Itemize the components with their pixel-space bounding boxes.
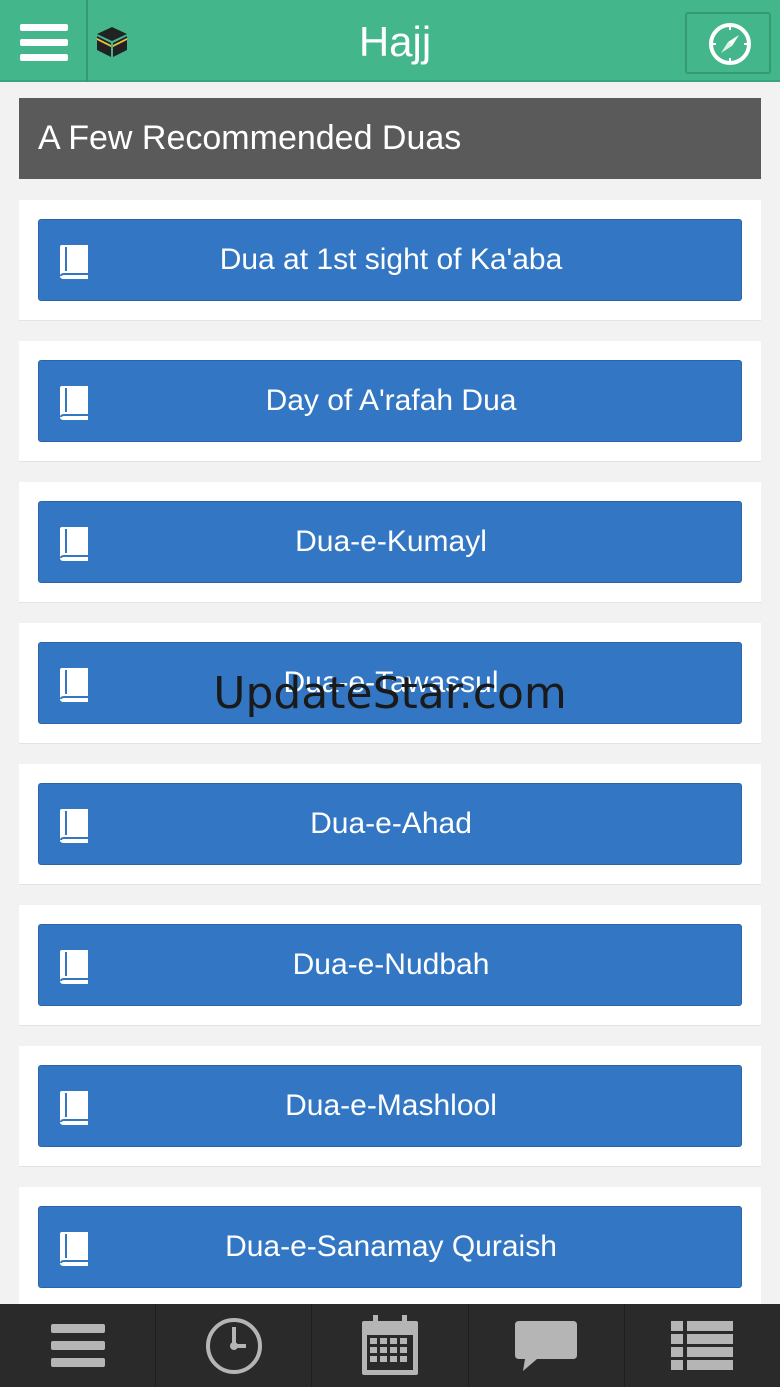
list-item: Dua-e-Sanamay Quraish xyxy=(19,1187,761,1308)
dua-label: Dua-e-Mashlool xyxy=(285,1089,497,1122)
book-icon xyxy=(60,245,88,279)
book-icon xyxy=(60,1091,88,1125)
dua-label: Dua-e-Nudbah xyxy=(292,948,490,981)
dua-button-tawassul[interactable]: Dua-e-Tawassul xyxy=(38,642,742,724)
book-icon xyxy=(60,668,88,702)
page-title: Hajj xyxy=(358,18,432,65)
list-item: Dua-e-Tawassul xyxy=(19,623,761,744)
book-icon xyxy=(60,809,88,843)
menu-lines-icon xyxy=(50,1323,105,1367)
dua-button-first-sight-kaaba[interactable]: Dua at 1st sight of Ka'aba xyxy=(38,219,742,301)
menu-button[interactable] xyxy=(0,0,88,82)
dua-label: Dua-e-Ahad xyxy=(310,807,472,840)
qibla-compass-icon xyxy=(709,23,751,65)
tab-list[interactable] xyxy=(625,1304,780,1387)
list-item: Dua-e-Kumayl xyxy=(19,482,761,603)
dua-button-ahad[interactable]: Dua-e-Ahad xyxy=(38,783,742,865)
dua-button-arafah[interactable]: Day of A'rafah Dua xyxy=(38,360,742,442)
list-item: Day of A'rafah Dua xyxy=(19,341,761,462)
list-item: Dua at 1st sight of Ka'aba xyxy=(19,200,761,321)
tab-calendar[interactable] xyxy=(312,1304,469,1387)
dua-label: Dua-e-Kumayl xyxy=(295,525,487,558)
kaaba-icon xyxy=(97,27,127,57)
book-icon xyxy=(60,950,88,984)
dua-list: Dua at 1st sight of Ka'aba Day of A'rafa… xyxy=(19,200,761,1328)
dua-button-kumayl[interactable]: Dua-e-Kumayl xyxy=(38,501,742,583)
dua-label: Dua-e-Sanamay Quraish xyxy=(225,1230,557,1263)
dua-button-nudbah[interactable]: Dua-e-Nudbah xyxy=(38,924,742,1006)
tab-menu[interactable] xyxy=(0,1304,157,1387)
book-icon xyxy=(60,386,88,420)
dua-label: Day of A'rafah Dua xyxy=(265,384,517,417)
book-icon xyxy=(60,1232,88,1266)
list-item: Dua-e-Mashlool xyxy=(19,1046,761,1167)
calendar-icon xyxy=(362,1314,418,1375)
tab-messages[interactable] xyxy=(469,1304,625,1387)
top-app-bar: Hajj xyxy=(0,0,780,82)
list-icon xyxy=(671,1320,734,1370)
clock-icon xyxy=(205,1317,262,1374)
dua-label: Dua at 1st sight of Ka'aba xyxy=(219,243,563,276)
hamburger-menu-icon xyxy=(20,24,68,61)
list-item: Dua-e-Nudbah xyxy=(19,905,761,1026)
list-item: Dua-e-Ahad xyxy=(19,764,761,885)
qibla-compass-button[interactable] xyxy=(685,12,771,74)
chat-bubble-icon xyxy=(515,1320,578,1371)
book-icon xyxy=(60,527,88,561)
dua-button-sanamay-quraish[interactable]: Dua-e-Sanamay Quraish xyxy=(38,1206,742,1288)
tab-prayer-times[interactable] xyxy=(156,1304,313,1387)
dua-button-mashlool[interactable]: Dua-e-Mashlool xyxy=(38,1065,742,1147)
bottom-tab-bar xyxy=(0,1304,780,1387)
dua-label: Dua-e-Tawassul xyxy=(283,666,499,699)
section-title: A Few Recommended Duas xyxy=(19,98,761,179)
